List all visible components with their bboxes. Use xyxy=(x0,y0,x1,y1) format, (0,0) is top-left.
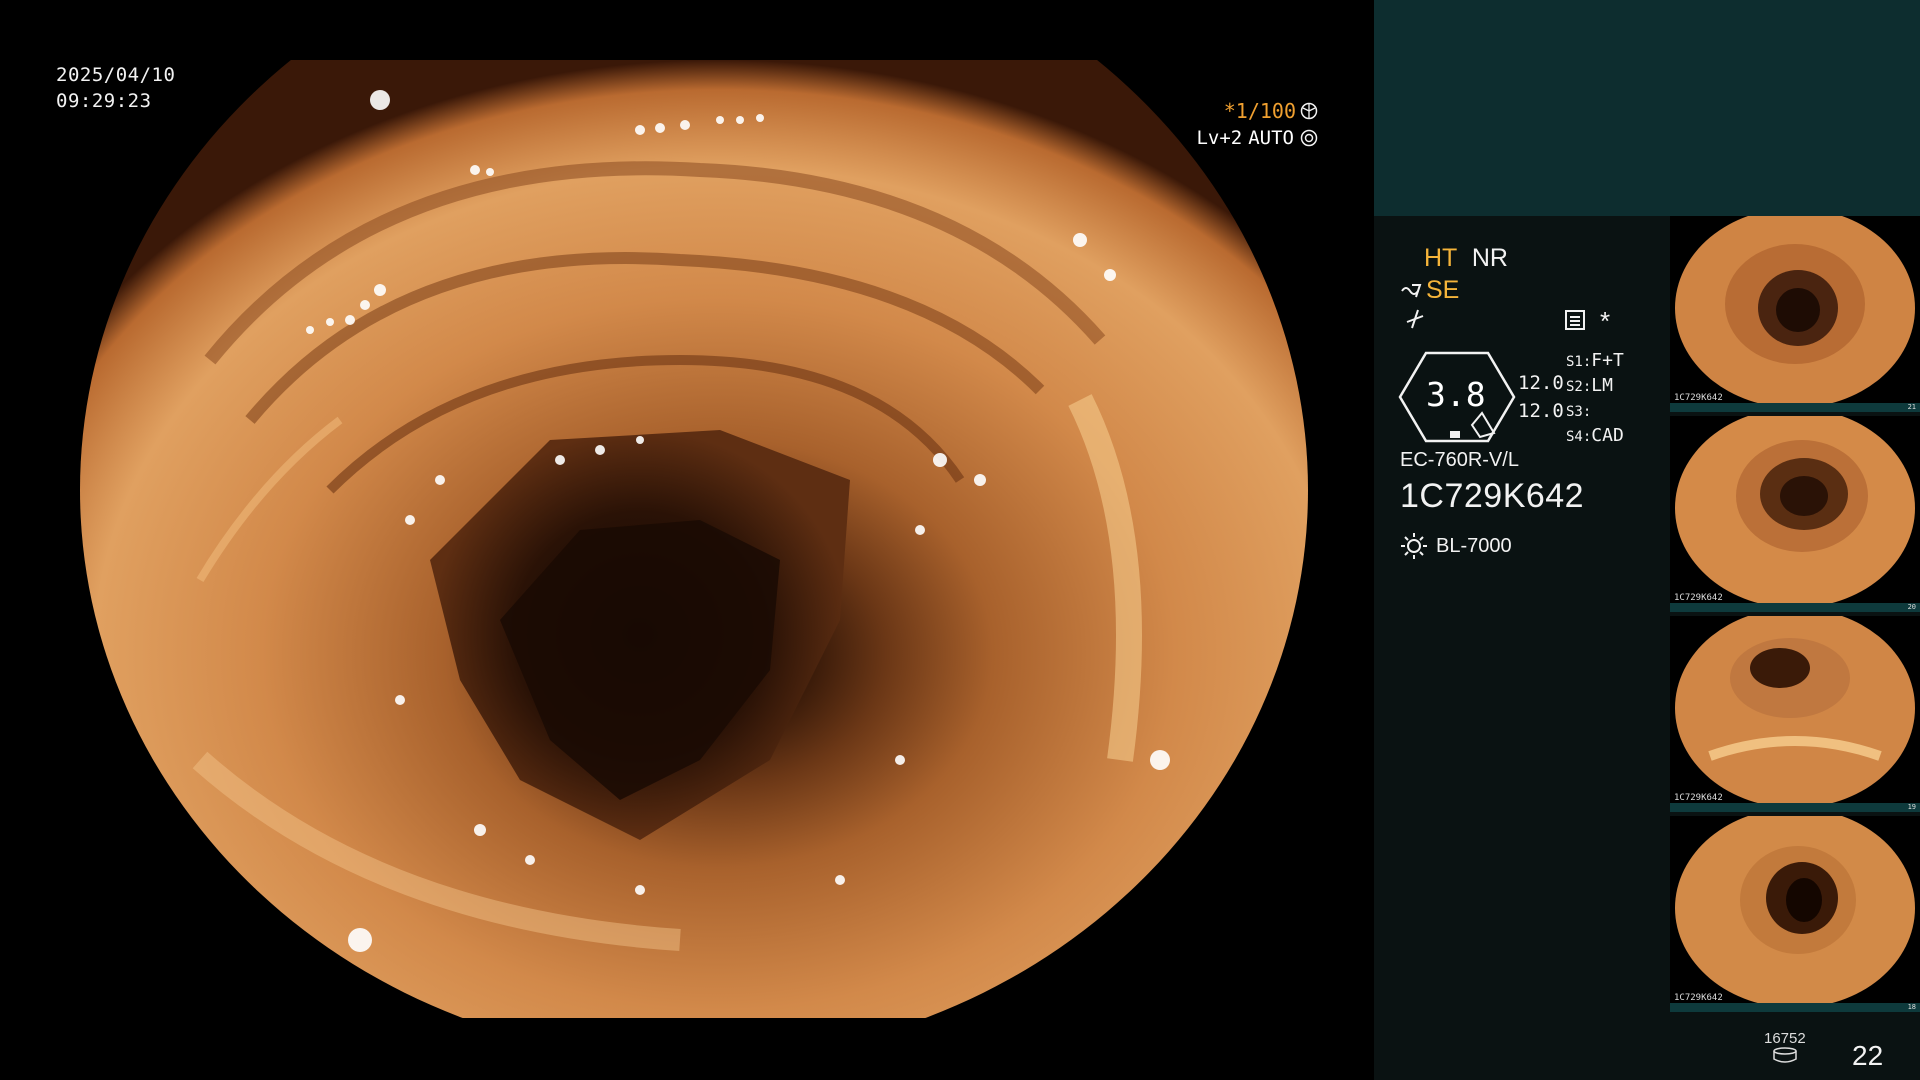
light-source-icon xyxy=(1401,533,1427,559)
thumbnail-strip xyxy=(1670,803,1920,812)
s4-row: S4:CAD xyxy=(1566,425,1624,446)
storage-disk-icon xyxy=(1773,1047,1797,1063)
thumbnail-index: 18 xyxy=(1907,1003,1916,1011)
captured-thumbnail[interactable]: 1C729K642 21 xyxy=(1670,216,1920,412)
thumbnail-label: 1C729K642 xyxy=(1674,993,1723,1003)
structure-enhance-icon xyxy=(1401,283,1422,297)
level-text: Lv+2 xyxy=(1196,127,1243,149)
scope-model: EC-760R-V/L xyxy=(1400,449,1519,471)
brightness-level: Lv+2 AUTO xyxy=(1196,127,1318,149)
endoscopic-image xyxy=(80,60,1308,1018)
thumbnail-image xyxy=(1675,816,1915,1008)
thumbnail-strip xyxy=(1670,403,1920,412)
shutter-indicator: *1/100 xyxy=(1224,99,1318,123)
s3-key: S3: xyxy=(1566,404,1592,420)
storage-count: 16752 xyxy=(1764,1030,1806,1047)
shutter-text: *1/100 xyxy=(1223,99,1296,123)
s2-row: S2:LM xyxy=(1566,375,1613,396)
thumbnail-strip xyxy=(1670,603,1920,612)
s3-row: S3: xyxy=(1566,400,1591,421)
se-label: SE xyxy=(1426,276,1460,304)
thumbnail-image xyxy=(1675,616,1915,808)
record-list-icon xyxy=(1565,310,1585,330)
star-indicator: * xyxy=(1600,306,1611,336)
se-row: SE xyxy=(1400,276,1459,305)
color-mode-icon xyxy=(1406,309,1424,329)
setting-value-2: 12.0 xyxy=(1518,400,1564,422)
s2-value: LM xyxy=(1591,375,1613,396)
light-source-label: BL-7000 xyxy=(1436,534,1512,557)
auto-text: AUTO xyxy=(1248,127,1294,149)
thumbnail-index: 20 xyxy=(1907,603,1916,611)
captured-thumbnail[interactable]: 1C729K642 18 xyxy=(1670,816,1920,1012)
thumbnail-strip xyxy=(1670,1003,1920,1012)
s4-key: S4: xyxy=(1566,429,1592,445)
panel-header-area xyxy=(1374,0,1920,216)
s1-key: S1: xyxy=(1566,354,1592,370)
thumbnail-label: 1C729K642 xyxy=(1674,593,1723,603)
thumbnail-label: 1C729K642 xyxy=(1674,393,1723,403)
setting-value-1: 12.0 xyxy=(1518,372,1564,394)
light-source-row: BL-7000 xyxy=(1400,532,1512,560)
captured-thumbnail[interactable]: 1C729K642 20 xyxy=(1670,416,1920,612)
thumbnail-label: 1C729K642 xyxy=(1674,793,1723,803)
image-count: 22 xyxy=(1852,1040,1884,1071)
ht-nr-row: HT NR xyxy=(1424,244,1508,273)
s2-key: S2: xyxy=(1566,379,1592,395)
thumbnail-image xyxy=(1675,416,1915,608)
endoscope-view: 2025/04/10 09:29:23 *1/100 Lv+2 AUTO xyxy=(0,0,1374,1080)
thumbnail-index: 19 xyxy=(1907,803,1916,811)
storage-indicator: 16752 xyxy=(1764,1030,1806,1067)
s4-value: CAD xyxy=(1591,425,1624,446)
thumbnail-index: 21 xyxy=(1907,403,1916,411)
date-text: 2025/04/10 xyxy=(56,64,176,86)
s1-row: S1:F+T xyxy=(1566,350,1624,371)
shutter-aperture-icon xyxy=(1300,102,1318,120)
time-text: 09:29:23 xyxy=(56,90,152,112)
iris-auto-icon xyxy=(1300,129,1318,147)
s1-value: F+T xyxy=(1591,350,1624,371)
scope-serial-number: 1C729K642 xyxy=(1400,477,1585,515)
captured-thumbnail[interactable]: 1C729K642 19 xyxy=(1670,616,1920,812)
nr-label: NR xyxy=(1471,244,1508,272)
date-time-display: 2025/04/10 09:29:23 xyxy=(56,62,175,114)
thumbnail-image xyxy=(1675,216,1915,408)
ht-label: HT xyxy=(1424,244,1457,272)
zoom-value: 3.8 xyxy=(1426,375,1486,414)
info-panel: HT NR SE * 3.8 12.0 12.0 S1:F+T S2:LM S3… xyxy=(1374,0,1920,1080)
